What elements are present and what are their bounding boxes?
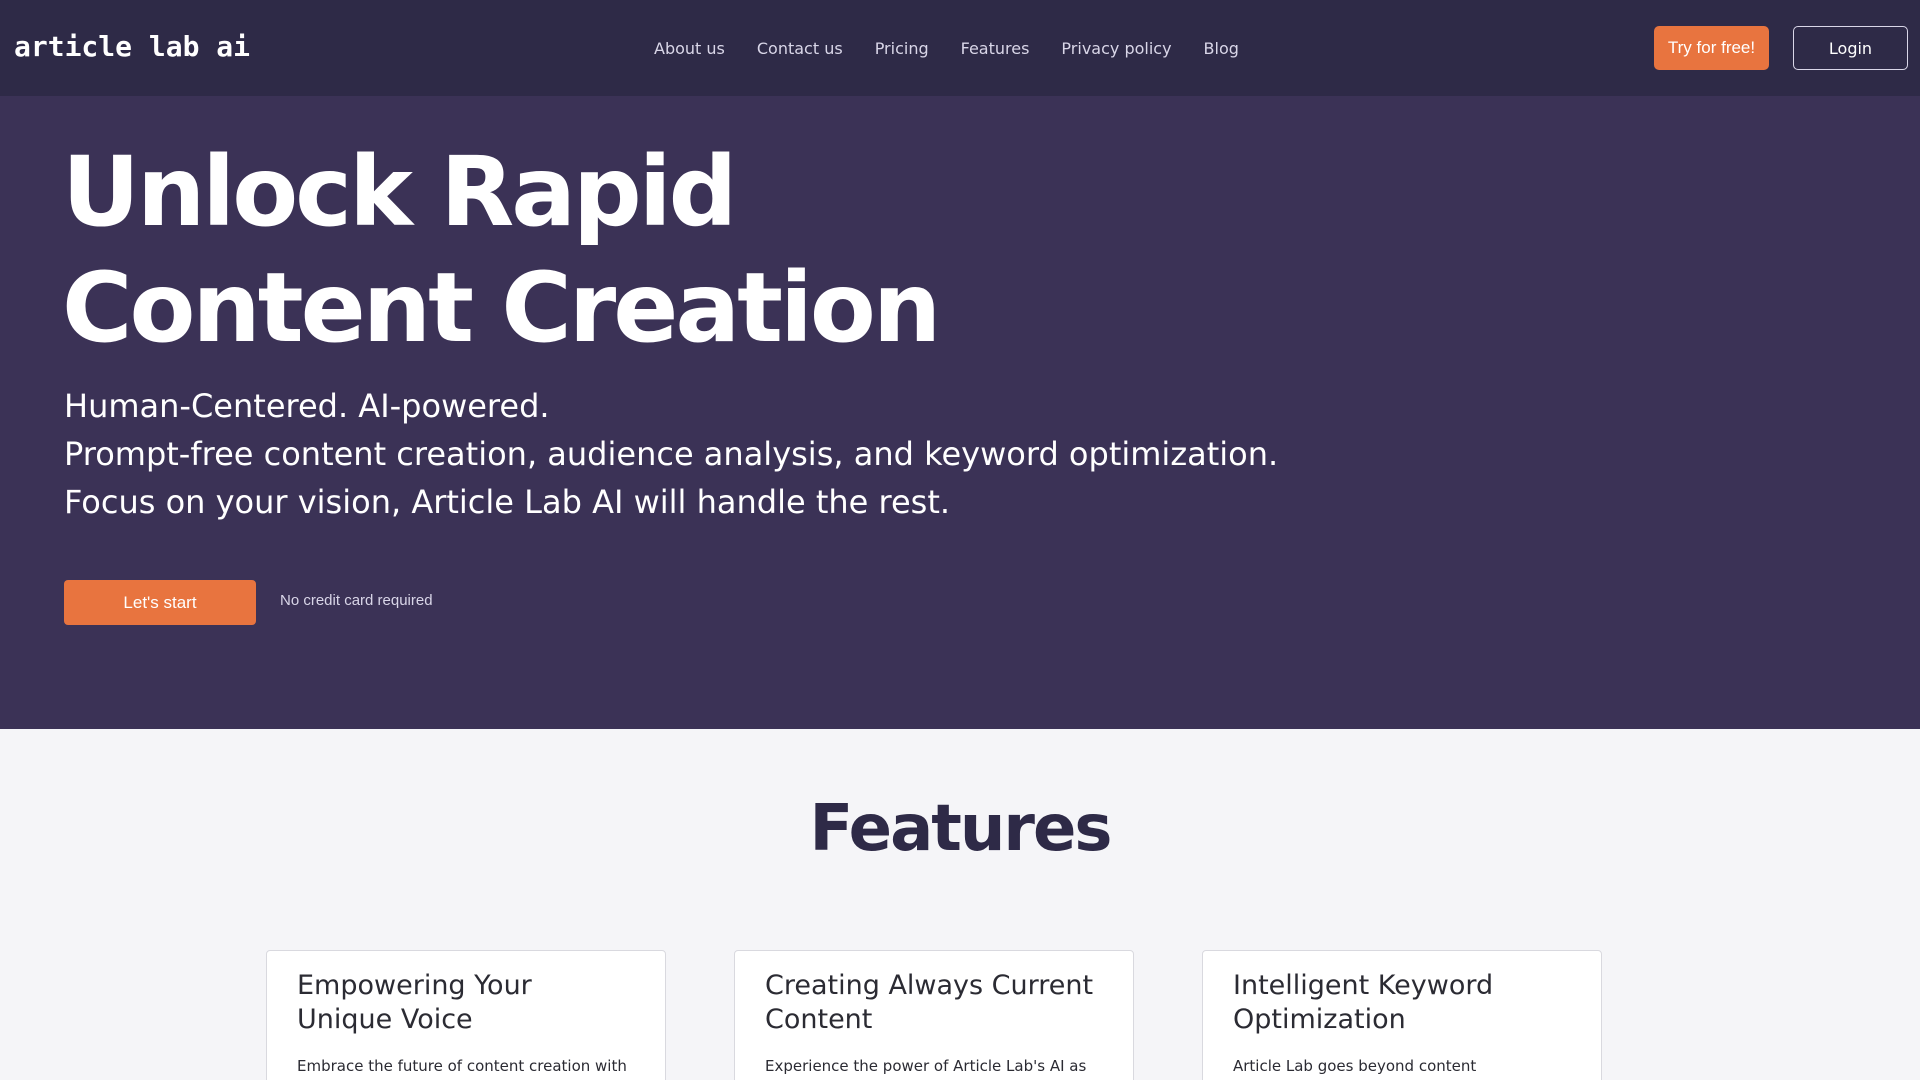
brand-logo[interactable]: article lab ai (14, 30, 250, 63)
feature-card-text: Article Lab goes beyond content (1233, 1057, 1477, 1075)
hero-subtitle: Human-Centered. AI-powered. Prompt-free … (64, 382, 1279, 526)
hero-subtitle-line: Focus on your vision, Article Lab AI wil… (64, 483, 951, 521)
hero-section: Unlock Rapid Content Creation Human-Cent… (0, 96, 1920, 729)
feature-card-text: Experience the power of Article Lab's AI… (765, 1057, 1087, 1075)
top-navbar: article lab ai About us Contact us Prici… (0, 0, 1920, 96)
no-credit-card-note: No credit card required (280, 592, 433, 609)
feature-card: Creating Always Current Content Experien… (734, 950, 1134, 1080)
nav-link-features[interactable]: Features (961, 39, 1030, 58)
nav-link-pricing[interactable]: Pricing (875, 39, 929, 58)
feature-card-title: Creating Always Current Content (765, 970, 1094, 1035)
nav-link-blog[interactable]: Blog (1204, 39, 1239, 58)
feature-card-title: Empowering Your Unique Voice (297, 970, 532, 1035)
nav-link-about-us[interactable]: About us (654, 39, 725, 58)
features-heading: Features (809, 792, 1113, 866)
hero-subtitle-line: Human-Centered. AI-powered. (64, 387, 550, 425)
hero-title: Unlock Rapid Content Creation (62, 136, 941, 364)
feature-card-title: Intelligent Keyword Optimization (1233, 970, 1494, 1035)
nav-link-privacy-policy[interactable]: Privacy policy (1061, 39, 1171, 58)
try-for-free-button[interactable]: Try for free! (1654, 26, 1769, 70)
hero-subtitle-line: Prompt-free content creation, audience a… (64, 435, 1279, 473)
feature-card: Empowering Your Unique Voice Embrace the… (266, 950, 666, 1080)
login-button[interactable]: Login (1793, 26, 1908, 70)
lets-start-button[interactable]: Let's start (64, 580, 256, 625)
nav-link-contact-us[interactable]: Contact us (757, 39, 843, 58)
feature-card: Intelligent Keyword Optimization Article… (1202, 950, 1602, 1080)
nav-links: About us Contact us Pricing Features Pri… (654, 0, 1271, 96)
feature-card-text: Embrace the future of content creation w… (297, 1057, 627, 1075)
